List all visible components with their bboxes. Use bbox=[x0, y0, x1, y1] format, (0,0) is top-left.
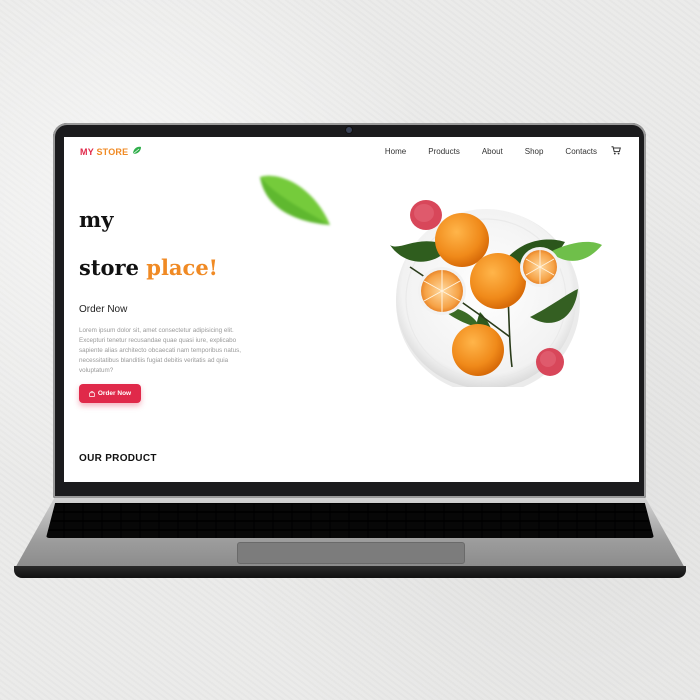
logo-text-my: MY bbox=[80, 147, 94, 157]
hero-title-accent: place! bbox=[146, 255, 218, 280]
nav-contacts[interactable]: Contacts bbox=[565, 147, 597, 156]
order-now-label: Order Now bbox=[97, 390, 132, 397]
hero-description: Lorem ipsum dolor sit, amet consectetur … bbox=[79, 327, 242, 374]
nav-products[interactable]: Products bbox=[428, 147, 460, 156]
order-now-button[interactable]: Order Now bbox=[79, 384, 141, 403]
laptop-screen: MY STORE Home Products About Shop Contac… bbox=[64, 137, 639, 482]
hero-title-line1: my bbox=[79, 207, 114, 232]
nav-shop[interactable]: Shop bbox=[525, 147, 544, 156]
logo-text-store: STORE bbox=[96, 147, 129, 157]
cart-icon[interactable] bbox=[611, 146, 621, 155]
site-navbar: MY STORE Home Products About Shop Contac… bbox=[64, 137, 639, 169]
hero-title-line2: store place! bbox=[79, 255, 218, 280]
leaf-icon bbox=[132, 146, 141, 155]
nav-home[interactable]: Home bbox=[385, 147, 406, 156]
trackpad bbox=[237, 542, 465, 564]
decorative-leaf-image bbox=[260, 175, 330, 225]
laptop-base-edge bbox=[14, 566, 686, 578]
order-heading: Order Now bbox=[79, 304, 128, 315]
site-logo[interactable]: MY STORE bbox=[80, 147, 128, 157]
nav-about[interactable]: About bbox=[482, 147, 503, 156]
keyboard bbox=[46, 503, 654, 538]
section-title-our-product: OUR PRODUCT bbox=[79, 453, 157, 464]
bag-icon bbox=[89, 390, 95, 397]
fruit-plate-image bbox=[390, 200, 602, 387]
hero-title-prefix: store bbox=[79, 255, 147, 280]
webcam bbox=[346, 127, 352, 133]
nav-links: Home Products About Shop Contacts bbox=[363, 146, 621, 156]
